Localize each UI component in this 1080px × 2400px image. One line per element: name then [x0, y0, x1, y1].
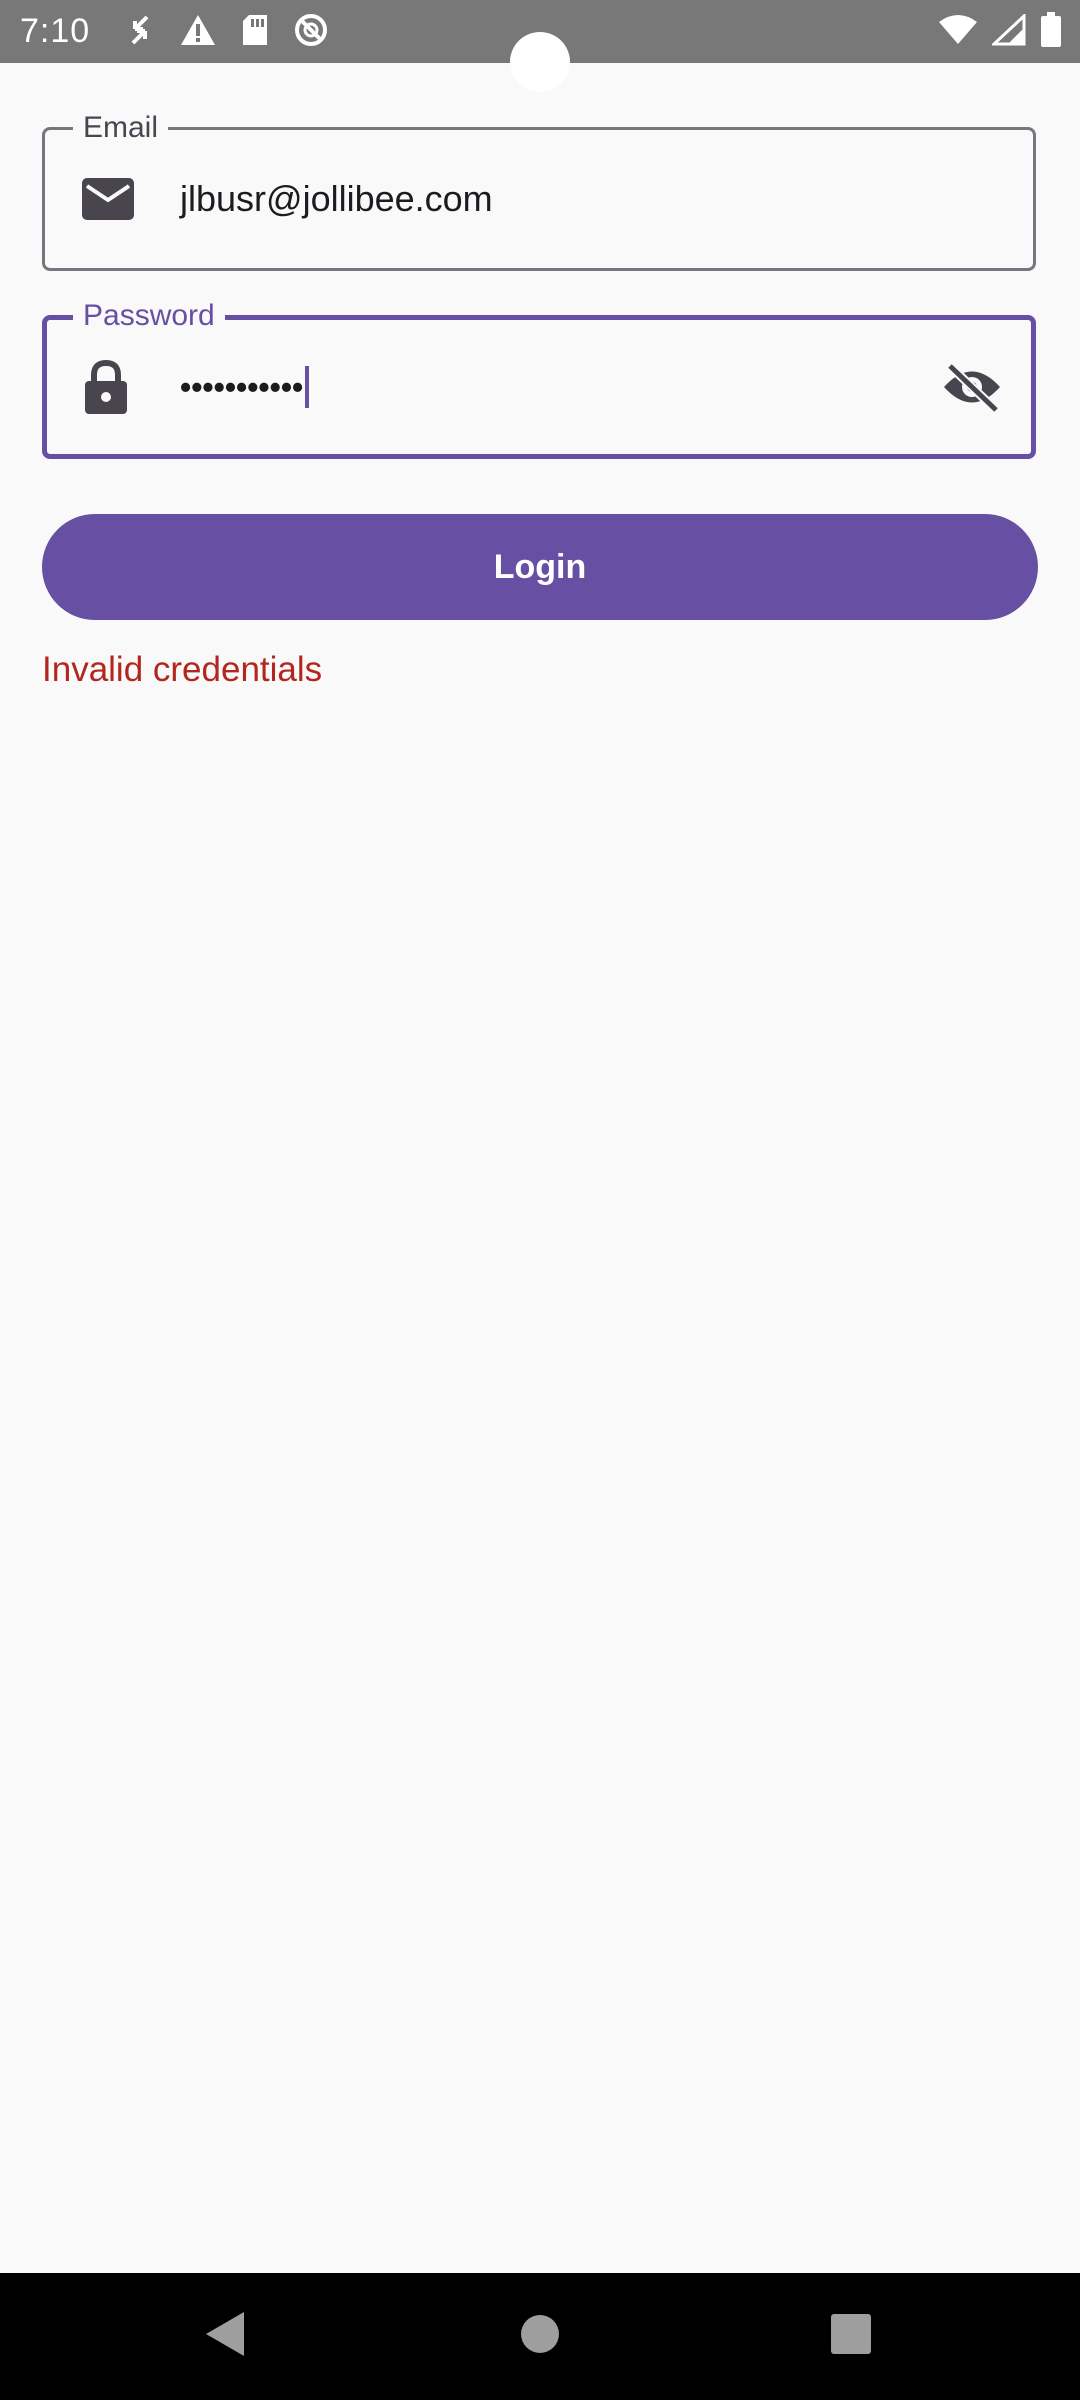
password-field-label: Password: [73, 298, 225, 334]
back-button[interactable]: [145, 2273, 305, 2400]
cellular-signal-icon: [992, 14, 1026, 46]
lock-icon: [83, 359, 129, 415]
email-field[interactable]: Email jlbusr@jollibee.com: [42, 110, 1036, 271]
password-input[interactable]: •••••••••••: [180, 366, 310, 408]
battery-icon: [1040, 12, 1062, 48]
status-time: 7:10: [20, 12, 91, 50]
recents-icon: [830, 2313, 872, 2360]
sd-card-icon: [241, 13, 269, 47]
email-field-label: Email: [73, 110, 169, 146]
email-input[interactable]: jlbusr@jollibee.com: [180, 178, 493, 220]
visibility-off-icon[interactable]: [941, 362, 1003, 412]
status-system-icons: [938, 12, 1062, 48]
home-icon: [520, 2314, 560, 2359]
status-notification-icons: [125, 12, 329, 48]
wifi-icon: [938, 14, 978, 46]
do-not-disturb-icon: [293, 12, 329, 48]
mail-icon: [81, 177, 135, 221]
screen-rotate-icon: [125, 13, 155, 47]
recents-button[interactable]: [771, 2273, 931, 2400]
login-button[interactable]: Login: [42, 514, 1038, 620]
home-button[interactable]: [460, 2273, 620, 2400]
password-field[interactable]: Password •••••••••••: [42, 298, 1036, 459]
navigation-bar: [0, 2273, 1080, 2400]
error-message: Invalid credentials: [42, 650, 323, 689]
back-icon: [204, 2310, 246, 2363]
text-cursor: [305, 366, 310, 408]
password-masked-value: •••••••••••: [180, 368, 304, 405]
camera-cutout: [510, 32, 570, 92]
warning-icon: [179, 13, 217, 47]
